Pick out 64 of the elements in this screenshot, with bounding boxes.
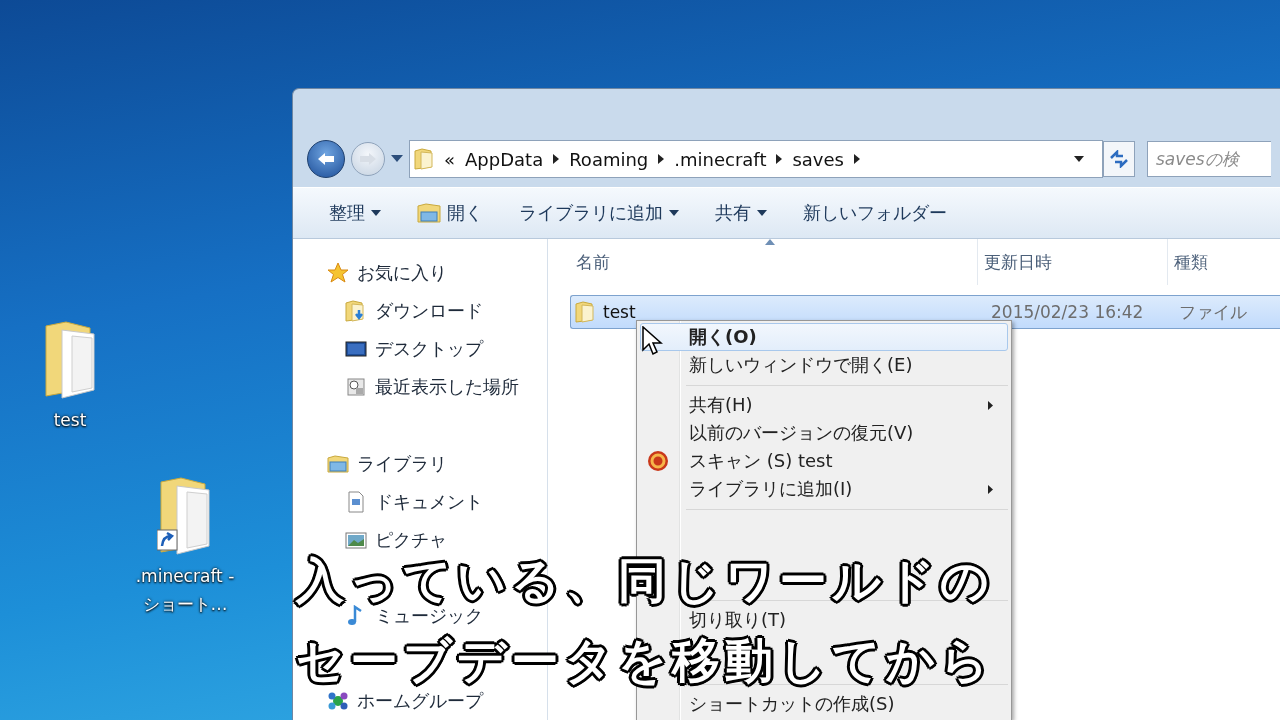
nav-item[interactable]: 最近表示した場所 (345, 375, 519, 399)
picture-icon (345, 529, 367, 551)
breadcrumb[interactable]: saves (792, 148, 844, 170)
nav-item[interactable]: ホームグループ (327, 689, 483, 713)
file-date: 2015/02/23 16:42 (990, 302, 1145, 322)
menu-item[interactable]: ショートカットの作成(S) (640, 690, 1008, 718)
folder-icon (575, 301, 595, 323)
file-type: ファイル (1178, 300, 1247, 324)
refresh-icon[interactable] (1109, 150, 1129, 168)
address-bar[interactable]: « AppData Roaming .minecraft saves (409, 140, 1103, 178)
folder-icon[interactable] (42, 318, 98, 400)
dropdown-arrow-icon[interactable] (1074, 156, 1084, 162)
toolbar-button[interactable]: 整理 (323, 197, 387, 229)
sort-arrow-icon (764, 239, 775, 245)
column-header[interactable]: 名前 (570, 239, 978, 285)
library-folder-icon (327, 453, 349, 475)
submenu-arrow-icon (988, 485, 993, 494)
file-name: test (603, 302, 636, 322)
nav-item[interactable]: ダウンロード (345, 299, 483, 323)
menu-item[interactable]: 以前のバージョンの復元(V) (640, 419, 1008, 447)
nav-item[interactable]: お気に入り (327, 261, 447, 285)
nav-item[interactable]: デスクトップ (345, 337, 483, 361)
right-arrow-icon (358, 151, 378, 167)
chevron-right-icon[interactable] (658, 154, 665, 164)
nav-item[interactable]: ライブラリ (327, 452, 447, 476)
network-dots-icon (327, 690, 349, 712)
folder-shortcut-icon[interactable] (157, 474, 213, 556)
toolbar-button[interactable]: 新しいフォルダー (797, 197, 953, 229)
left-arrow-icon (316, 151, 336, 167)
desktop-icon-label[interactable]: .minecraft - ショート… (130, 562, 240, 618)
desktop-icon-label[interactable]: test (15, 406, 125, 434)
toolbar-button[interactable]: ライブラリに追加 (513, 197, 685, 229)
column-header[interactable]: 種類 (1168, 239, 1268, 285)
document-icon (345, 491, 367, 513)
chevron-right-icon[interactable] (776, 154, 783, 164)
breadcrumb[interactable]: AppData (465, 148, 544, 170)
toolbar-button[interactable]: 開く (411, 197, 489, 229)
menu-item[interactable]: 新しいウィンドウで開く(E) (640, 351, 1008, 379)
folder-icon (417, 202, 441, 224)
nav-item[interactable]: ピクチャ (345, 528, 447, 552)
star-icon (327, 262, 349, 284)
menu-item[interactable]: 共有(H) (640, 391, 1008, 419)
nav-item[interactable]: ドキュメント (345, 490, 483, 514)
dropdown-arrow-icon[interactable] (391, 155, 403, 163)
submenu-arrow-icon (988, 401, 993, 410)
menu-item[interactable]: ライブラリに追加(I) (640, 475, 1008, 503)
caret-down-icon (757, 210, 767, 216)
search-field[interactable]: savesの検 (1147, 141, 1271, 177)
breadcrumb[interactable]: Roaming (569, 148, 649, 170)
menu-item[interactable]: 開く(O) (640, 323, 1008, 351)
chevron-right-icon[interactable] (853, 154, 860, 164)
caret-down-icon (371, 210, 381, 216)
breadcrumb[interactable]: .minecraft (674, 148, 767, 170)
overflow-chevron[interactable]: « (444, 148, 455, 170)
folder-icon (414, 148, 434, 170)
toolbar-button[interactable]: 共有 (709, 197, 773, 229)
column-header[interactable]: 更新日時 (978, 239, 1168, 285)
chevron-right-icon[interactable] (553, 154, 560, 164)
menu-item[interactable]: スキャン (S) test (640, 447, 1008, 475)
monitor-icon (345, 338, 367, 360)
caret-down-icon (669, 210, 679, 216)
back-button[interactable] (307, 140, 345, 178)
mouse-cursor-icon (642, 326, 664, 358)
download-folder-icon (345, 300, 367, 322)
